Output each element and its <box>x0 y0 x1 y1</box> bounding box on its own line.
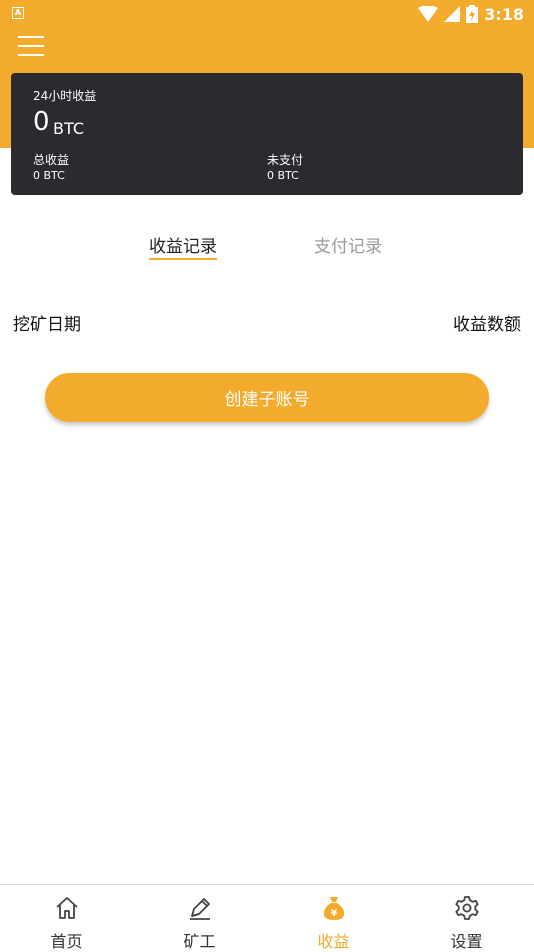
create-subaccount-label: 创建子账号 <box>224 390 310 410</box>
nav-label-miners: 矿工 <box>183 932 216 951</box>
tab-earnings-records-label: 收益记录 <box>149 237 217 257</box>
nav-label-home: 首页 <box>50 932 83 951</box>
column-header-date: 挖矿日期 <box>13 315 81 335</box>
pickaxe-icon <box>189 898 210 920</box>
gear-icon <box>454 896 479 920</box>
home-icon <box>55 897 78 919</box>
nav-item-home[interactable]: 首页 <box>0 885 133 951</box>
earnings-24h-label: 24小时收益 <box>33 89 97 103</box>
nav-label-settings: 设置 <box>450 932 483 951</box>
nav-item-earnings[interactable]: ¥ 收益 <box>267 885 400 951</box>
total-earnings-value: 0 BTC <box>33 169 65 182</box>
signal-icon <box>444 6 461 22</box>
total-earnings-label: 总收益 <box>33 153 70 167</box>
status-icons: 3:18 <box>418 4 524 24</box>
money-bag-icon: ¥ <box>323 897 344 920</box>
notification-badge-icon: A <box>12 7 24 19</box>
bottom-navigation: 首页 矿工 ¥ 收益 设置 <box>0 884 534 951</box>
status-bar: A 3:18 <box>0 0 534 28</box>
clock: 3:18 <box>484 4 524 24</box>
tab-payment-records[interactable]: 支付记录 <box>314 232 382 257</box>
active-tab-indicator <box>149 258 217 260</box>
svg-text:¥: ¥ <box>330 909 337 919</box>
unpaid-value: 0 BTC <box>267 169 299 182</box>
wifi-icon <box>418 6 439 22</box>
tab-earnings-records[interactable]: 收益记录 <box>149 232 217 260</box>
records-table-header: 挖矿日期 收益数额 <box>13 310 521 335</box>
records-tabs: 收益记录 支付记录 <box>0 232 534 264</box>
hamburger-menu-icon[interactable] <box>18 36 44 58</box>
unpaid-label: 未支付 <box>267 153 304 167</box>
earnings-24h-unit: BTC <box>53 119 84 138</box>
battery-icon <box>466 5 479 23</box>
nav-item-miners[interactable]: 矿工 <box>133 885 266 951</box>
column-header-amount: 收益数额 <box>453 315 521 335</box>
nav-item-settings[interactable]: 设置 <box>400 885 533 951</box>
nav-label-earnings: 收益 <box>317 932 350 951</box>
earnings-summary-card: 24小时收益 0 BTC 总收益 0 BTC 未支付 0 BTC <box>11 73 523 195</box>
tab-payment-records-label: 支付记录 <box>314 237 382 257</box>
earnings-24h-value: 0 <box>33 107 50 137</box>
create-subaccount-button[interactable]: 创建子账号 <box>45 373 489 422</box>
